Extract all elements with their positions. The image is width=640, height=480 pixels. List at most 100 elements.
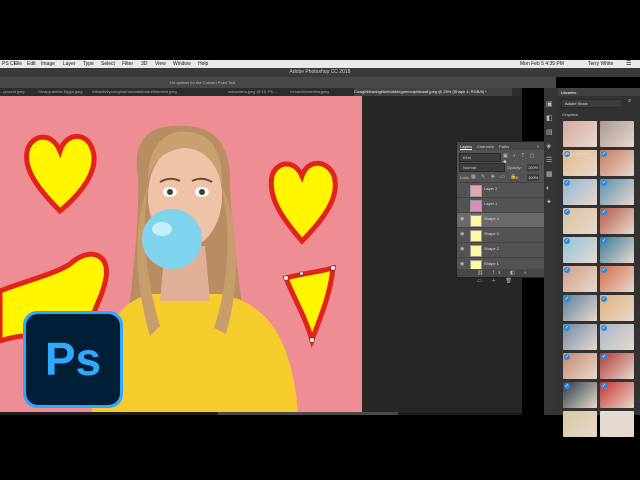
libraries-panel: Libraries Adobe Stock ⌕ Graphics ✓ ✓ ✓ ✓ ✓ ✓ ✓… — [558, 88, 640, 437]
synced-check-icon: ✓ — [601, 209, 607, 215]
menu-clock[interactable]: Mon Feb 5 4:35 PM — [520, 60, 564, 68]
options-message: No options for the Convert Point Tool. — [170, 80, 237, 85]
tab-document[interactable]: Gizapyramids Egypt.jpeg — [38, 88, 92, 96]
library-graphic-thumbnail[interactable]: ✓ — [600, 237, 634, 263]
scrollbar-thumb[interactable] — [218, 412, 398, 415]
library-graphic-thumbnail[interactable]: ✓ — [563, 208, 597, 234]
menu-help[interactable]: Help — [198, 60, 208, 68]
library-graphic-thumbnail[interactable]: ✓ — [600, 353, 634, 379]
layer-name: Layer 2 — [484, 186, 498, 191]
tab-document[interactable]: ...ground.jpeg — [0, 88, 38, 96]
blend-mode-select[interactable]: Normal — [459, 163, 505, 172]
library-graphic-thumbnail[interactable]: ✓ — [563, 237, 597, 263]
library-graphic-thumbnail[interactable]: ✓ — [563, 382, 597, 408]
tab-active-document[interactable]: Cowgirlblowingbluebubblegumnorpinkwall.j… — [354, 88, 512, 96]
tab-document[interactable]: oldcamera.jpeg @ 16.7%... — [228, 88, 282, 96]
menu-file[interactable]: File — [14, 60, 22, 68]
ps-logo-badge: Ps — [23, 311, 123, 408]
layer-row[interactable]: ◉ Shape 2 — [457, 242, 545, 257]
fill-input[interactable]: 100% — [527, 174, 540, 181]
menu-type[interactable]: Type — [83, 60, 94, 68]
dock-icons[interactable]: ▣ ◧ ▤ ◈ ☰ ▦ ◐ ✦ — [546, 98, 553, 210]
layers-panel: Layers Channels Paths ≡ Kind ▣ ◐ T ▢ ◆ N… — [456, 141, 546, 284]
library-graphic-thumbnail[interactable] — [600, 121, 634, 147]
synced-check-icon: ✓ — [564, 383, 570, 389]
opacity-label: Opacity: — [507, 165, 522, 170]
layer-thumbnail — [470, 185, 482, 197]
synced-check-icon: ✓ — [601, 267, 607, 273]
visibility-eye-icon[interactable]: ◉ — [460, 247, 464, 252]
tab-channels[interactable]: Channels — [477, 144, 494, 149]
menu-window[interactable]: Window — [173, 60, 191, 68]
library-graphic-thumbnail[interactable]: ✓ — [600, 295, 634, 321]
menu-list-icon[interactable]: ☰ — [626, 60, 631, 68]
layer-row-selected[interactable]: ◉ Shape 4 — [457, 212, 545, 227]
menu-image[interactable]: Image — [41, 60, 55, 68]
horizontal-scrollbar[interactable] — [0, 412, 522, 415]
menu-3d[interactable]: 3D — [141, 60, 147, 68]
synced-check-icon: ✓ — [601, 296, 607, 302]
visibility-eye-icon[interactable]: ◉ — [460, 232, 464, 237]
layer-name: Shape 1 — [484, 261, 499, 266]
library-graphic-thumbnail[interactable]: ✓ — [563, 295, 597, 321]
layer-thumbnail — [470, 245, 482, 257]
menu-user[interactable]: Terry White — [588, 60, 613, 68]
menu-select[interactable]: Select — [101, 60, 115, 68]
layer-row[interactable]: Layer 2 — [457, 182, 545, 197]
fill-label: Fill: — [513, 175, 520, 180]
menu-layer[interactable]: Layer — [63, 60, 76, 68]
menu-view[interactable]: View — [155, 60, 166, 68]
library-graphic-thumbnail[interactable] — [600, 411, 634, 437]
tab-document[interactable]: romantictoreview.jpeg — [290, 88, 352, 96]
lock-label: Lock: — [460, 175, 470, 180]
heart-shape-2[interactable] — [268, 160, 338, 245]
library-graphic-thumbnail[interactable]: ✓ — [600, 266, 634, 292]
synced-check-icon: ✓ — [564, 325, 570, 331]
library-graphic-thumbnail[interactable]: ✓ — [563, 353, 597, 379]
layer-thumbnail — [470, 200, 482, 212]
heart-shape-4[interactable] — [282, 264, 336, 349]
panel-menu-icon[interactable]: ≡ — [537, 144, 539, 149]
synced-check-icon: ✓ — [601, 238, 607, 244]
library-graphic-thumbnail[interactable]: ✓ — [563, 324, 597, 350]
synced-check-icon: ✓ — [564, 180, 570, 186]
heart-shape-1[interactable] — [24, 133, 97, 215]
library-graphic-thumbnail[interactable] — [563, 121, 597, 147]
layers-panel-tabbar: Layers Channels Paths ≡ — [457, 142, 545, 150]
library-graphic-thumbnail[interactable]: ✓ — [600, 208, 634, 234]
visibility-eye-icon[interactable]: ◉ — [460, 262, 464, 267]
layer-name: Shape 4 — [484, 216, 499, 221]
visibility-eye-icon[interactable]: ◉ — [460, 217, 464, 222]
synced-check-icon: ✓ — [564, 296, 570, 302]
library-graphic-thumbnail[interactable]: ✓ — [600, 179, 634, 205]
bubble-highlight — [152, 222, 172, 236]
layer-row[interactable]: ◉ Shape 3 — [457, 227, 545, 242]
layer-filter-kind[interactable]: Kind — [459, 153, 501, 162]
layer-row[interactable]: Layer 1 — [457, 197, 545, 212]
tab-document[interactable]: Attractiveyoungman'sheadshot&refinement.… — [92, 88, 217, 96]
synced-check-icon: ✓ — [601, 383, 607, 389]
menu-filter[interactable]: Filter — [122, 60, 133, 68]
library-graphic-thumbnail[interactable]: ✓ — [600, 324, 634, 350]
menu-edit[interactable]: Edit — [27, 60, 36, 68]
library-graphic-thumbnail[interactable]: ✓ — [563, 266, 597, 292]
blend-mode-value: Normal — [463, 165, 476, 170]
library-graphic-thumbnail[interactable]: ✓ — [563, 179, 597, 205]
library-graphic-thumbnail[interactable]: ✓ — [600, 382, 634, 408]
tab-layers[interactable]: Layers — [460, 144, 473, 150]
graphics-section-label: Graphics — [562, 112, 579, 117]
synced-check-icon: ✓ — [601, 354, 607, 360]
layer-name: Layer 1 — [484, 201, 498, 206]
tab-paths[interactable]: Paths — [499, 144, 509, 149]
synced-check-icon: ✓ — [601, 325, 607, 331]
libraries-title[interactable]: Libraries — [561, 90, 576, 95]
synced-check-icon: ✓ — [564, 267, 570, 273]
library-graphic-thumbnail[interactable]: ✓ — [600, 150, 634, 176]
lock-icons[interactable]: ▦ ✎ ✥ ▭ 🔒 — [471, 174, 519, 180]
library-search-icon[interactable]: ⌕ — [628, 98, 631, 105]
app-title: Adobe Photoshop CC 2018 — [289, 69, 351, 75]
library-graphic-thumbnail[interactable] — [563, 411, 597, 437]
opacity-input[interactable]: 100% — [527, 164, 540, 171]
library-select[interactable]: Adobe Stock — [561, 99, 623, 108]
layers-bottom-toolbar[interactable]: ⛓ fx ◧ ◐ ▭ ＋ 🗑 — [457, 269, 545, 284]
